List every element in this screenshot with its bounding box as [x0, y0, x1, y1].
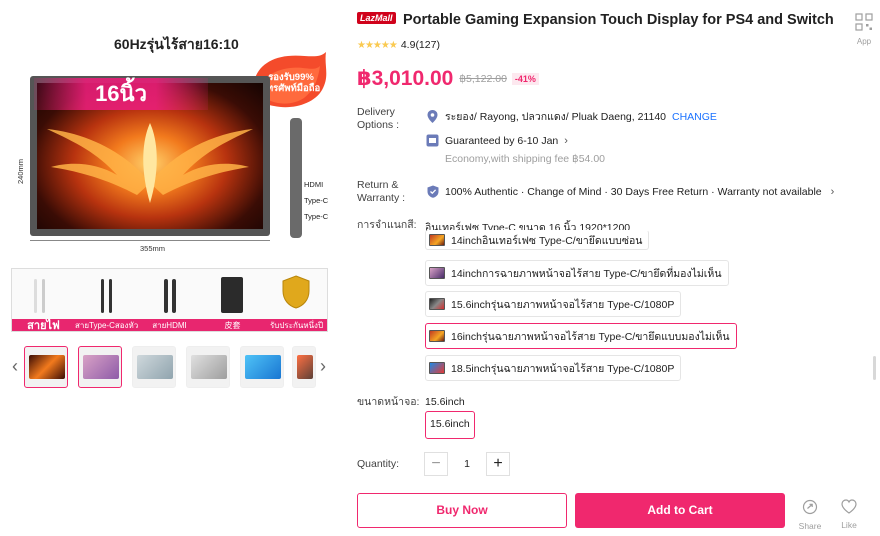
thumbnail-2[interactable]: [78, 346, 122, 388]
dimension-height: 240mm: [16, 158, 25, 184]
delivery-label-line2: Options :: [357, 119, 400, 131]
variant-option-selected[interactable]: 16inchรุ่นฉายภาพหน้าจอไร้สาย Type-C/ขายึ…: [425, 323, 737, 349]
port-label-typec-2: Type-C: [304, 212, 329, 221]
accessory-label: สายHDMI: [138, 319, 201, 331]
variant-option[interactable]: 14inchอินเทอร์เฟซ Type-C/ขายึดแบบซ่อน: [425, 230, 650, 250]
chevron-right-icon: ›: [564, 134, 568, 147]
share-icon: [802, 499, 818, 515]
variant-thumbnail: [429, 234, 445, 246]
image-title: 60Hzรุ่นไร้สาย16:10: [114, 36, 239, 52]
accessory-warranty: รับประกันหนึ่งปี: [264, 269, 327, 331]
quantity-label: Quantity:: [357, 458, 400, 470]
heart-icon: [841, 499, 857, 514]
accessory-label: สายไฟ: [12, 319, 75, 331]
quantity-minus-button[interactable]: −: [424, 452, 448, 476]
star-rating-icon: ★★★★★: [357, 39, 398, 51]
size-badge: 16นิ้ว: [34, 78, 208, 110]
variant-option[interactable]: 15.6inchรุ่นฉายภาพหน้าจอไร้สาย Type-C/10…: [425, 291, 682, 317]
variant-option-label: 18.5inchรุ่นฉายภาพหน้าจอไร้สาย Type-C/10…: [451, 362, 675, 375]
guarantee-row[interactable]: Guaranteed by 6-10 Jan ›: [426, 134, 568, 147]
app-qr-button[interactable]: App: [853, 13, 875, 46]
accessory-banner: สายไฟ สายType-Cสองหัว สายHDMI 皮套 รับประก…: [11, 268, 328, 332]
port-label-hdmi: HDMI: [304, 180, 324, 189]
accessory-case: 皮套: [201, 269, 264, 331]
original-price: ฿5,122.00: [459, 72, 507, 85]
quantity-plus-button[interactable]: +: [486, 452, 510, 476]
dimension-line: [30, 240, 270, 241]
variant-label: การจำแนกสี:: [357, 219, 417, 231]
current-price: ฿3,010.00: [357, 67, 454, 90]
delivery-label-line1: Delivery: [357, 106, 395, 118]
thumbnail-6[interactable]: [292, 346, 316, 388]
page-scrollbar[interactable]: [873, 356, 876, 380]
thumbnail-3[interactable]: [132, 346, 176, 388]
add-to-cart-button[interactable]: Add to Cart: [575, 493, 785, 528]
accessory-power-cable: สายไฟ: [12, 269, 75, 331]
rating-row[interactable]: ★★★★★ 4.9 (127): [357, 39, 440, 51]
variant-option[interactable]: 14inchการฉายภาพหน้าจอไร้สาย Type-C/ขายึด…: [425, 260, 729, 286]
accessory-typec-cable: สายType-Cสองหัว: [75, 269, 138, 331]
thumbnail-5[interactable]: [240, 346, 284, 388]
delivery-label: Delivery Options :: [357, 106, 399, 132]
port-label-typec-1: Type-C: [304, 196, 329, 205]
delivery-address: ระยอง/ Rayong, ปลวกแดง/ Pluak Daeng, 211…: [445, 111, 667, 123]
screen-size-value: 15.6inch: [425, 396, 465, 408]
like-button[interactable]: Like: [834, 499, 864, 530]
accessory-hdmi-cable: สายHDMI: [138, 269, 201, 331]
discount-badge: -41%: [511, 72, 539, 85]
return-warranty-row[interactable]: 100% Authentic · Change of Mind · 30 Day…: [426, 185, 834, 198]
return-label-line2: Warranty :: [357, 192, 406, 204]
location-pin-icon: [426, 110, 439, 123]
main-product-image[interactable]: 60Hzรุ่นไร้สาย16:10 รองรับ99% โทรศัพท์มื…: [8, 22, 334, 262]
accessory-label: รับประกันหนึ่งปี: [264, 319, 327, 331]
dimension-width: 355mm: [140, 244, 166, 253]
share-label: Share: [798, 521, 822, 531]
lazmall-badge: LazMall: [357, 12, 396, 24]
carousel-prev-icon[interactable]: ‹: [8, 356, 22, 376]
return-label-line1: Return &: [357, 179, 399, 191]
qr-code-icon: [855, 13, 873, 31]
return-warranty-label: Return & Warranty :: [357, 179, 405, 205]
screen-size-label: ขนาดหน้าจอ:: [357, 396, 420, 408]
variant-option[interactable]: 18.5inchรุ่นฉายภาพหน้าจอไร้สาย Type-C/10…: [425, 355, 682, 381]
guarantee-text: Guaranteed by 6-10 Jan: [445, 134, 559, 147]
accessory-label: สายType-Cสองหัว: [75, 319, 138, 331]
warranty-shield-icon: [282, 275, 310, 309]
screen-size-option[interactable]: 15.6inch: [425, 411, 475, 439]
app-label: App: [856, 37, 872, 46]
monitor-side-view: [290, 118, 302, 238]
share-button[interactable]: Share: [795, 499, 825, 531]
variant-option-label: 15.6inchรุ่นฉายภาพหน้าจอไร้สาย Type-C/10…: [451, 298, 675, 311]
shield-check-icon: [426, 185, 439, 198]
variant-option-label: 16inchรุ่นฉายภาพหน้าจอไร้สาย Type-C/ขายึ…: [451, 330, 730, 343]
thumbnail-1[interactable]: [24, 346, 68, 388]
variant-option-label: 14inchการฉายภาพหน้าจอไร้สาย Type-C/ขายึด…: [451, 267, 722, 280]
quantity-value[interactable]: 1: [448, 452, 486, 476]
accessory-label: 皮套: [201, 319, 264, 331]
chevron-right-icon: ›: [830, 185, 835, 198]
variant-thumbnail: [429, 330, 445, 342]
delivery-address-row: ระยอง/ Rayong, ปลวกแดง/ Pluak Daeng, 211…: [426, 108, 717, 125]
variant-thumbnail: [429, 362, 445, 374]
variant-option-label: 14inchอินเทอร์เฟซ Type-C/ขายึดแบบซ่อน: [451, 234, 643, 247]
rating-value: 4.9: [400, 39, 416, 51]
carousel-next-icon[interactable]: ›: [316, 356, 330, 376]
price-row: ฿3,010.00 ฿5,122.00 -41%: [357, 66, 539, 91]
delivery-truck-icon: [426, 134, 439, 147]
product-title: Portable Gaming Expansion Touch Display …: [402, 12, 834, 28]
change-address-link[interactable]: CHANGE: [672, 111, 717, 123]
like-label: Like: [841, 520, 857, 530]
review-count: (127): [415, 39, 440, 51]
variant-thumbnail: [429, 298, 445, 310]
thumbnail-carousel: ‹ ›: [8, 344, 334, 390]
thumbnail-4[interactable]: [186, 346, 230, 388]
buy-now-button[interactable]: Buy Now: [357, 493, 567, 528]
quantity-stepper: − 1 +: [424, 452, 510, 476]
product-title-row: LazMall Portable Gaming Expansion Touch …: [357, 11, 837, 29]
shipping-fee: Economy,with shipping fee ฿54.00: [445, 153, 605, 165]
return-warranty-text: 100% Authentic · Change of Mind · 30 Day…: [445, 185, 822, 198]
variant-thumbnail: [429, 267, 445, 279]
